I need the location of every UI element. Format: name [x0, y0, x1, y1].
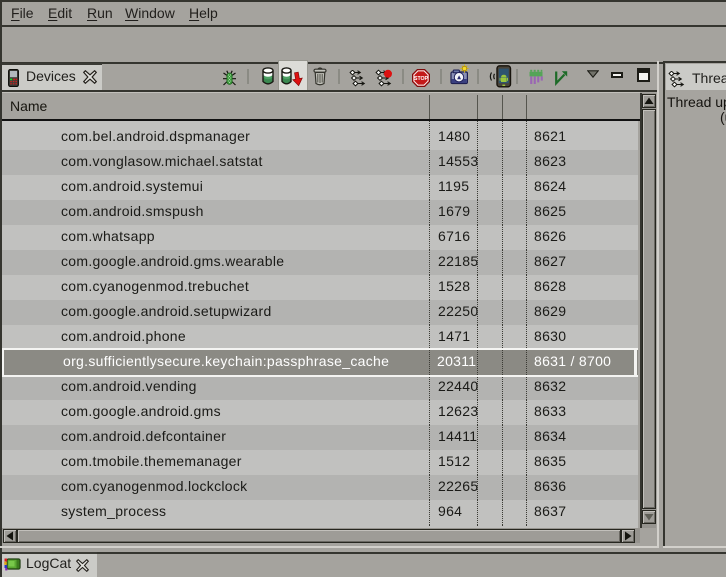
svg-text:STOP: STOP	[414, 76, 429, 82]
